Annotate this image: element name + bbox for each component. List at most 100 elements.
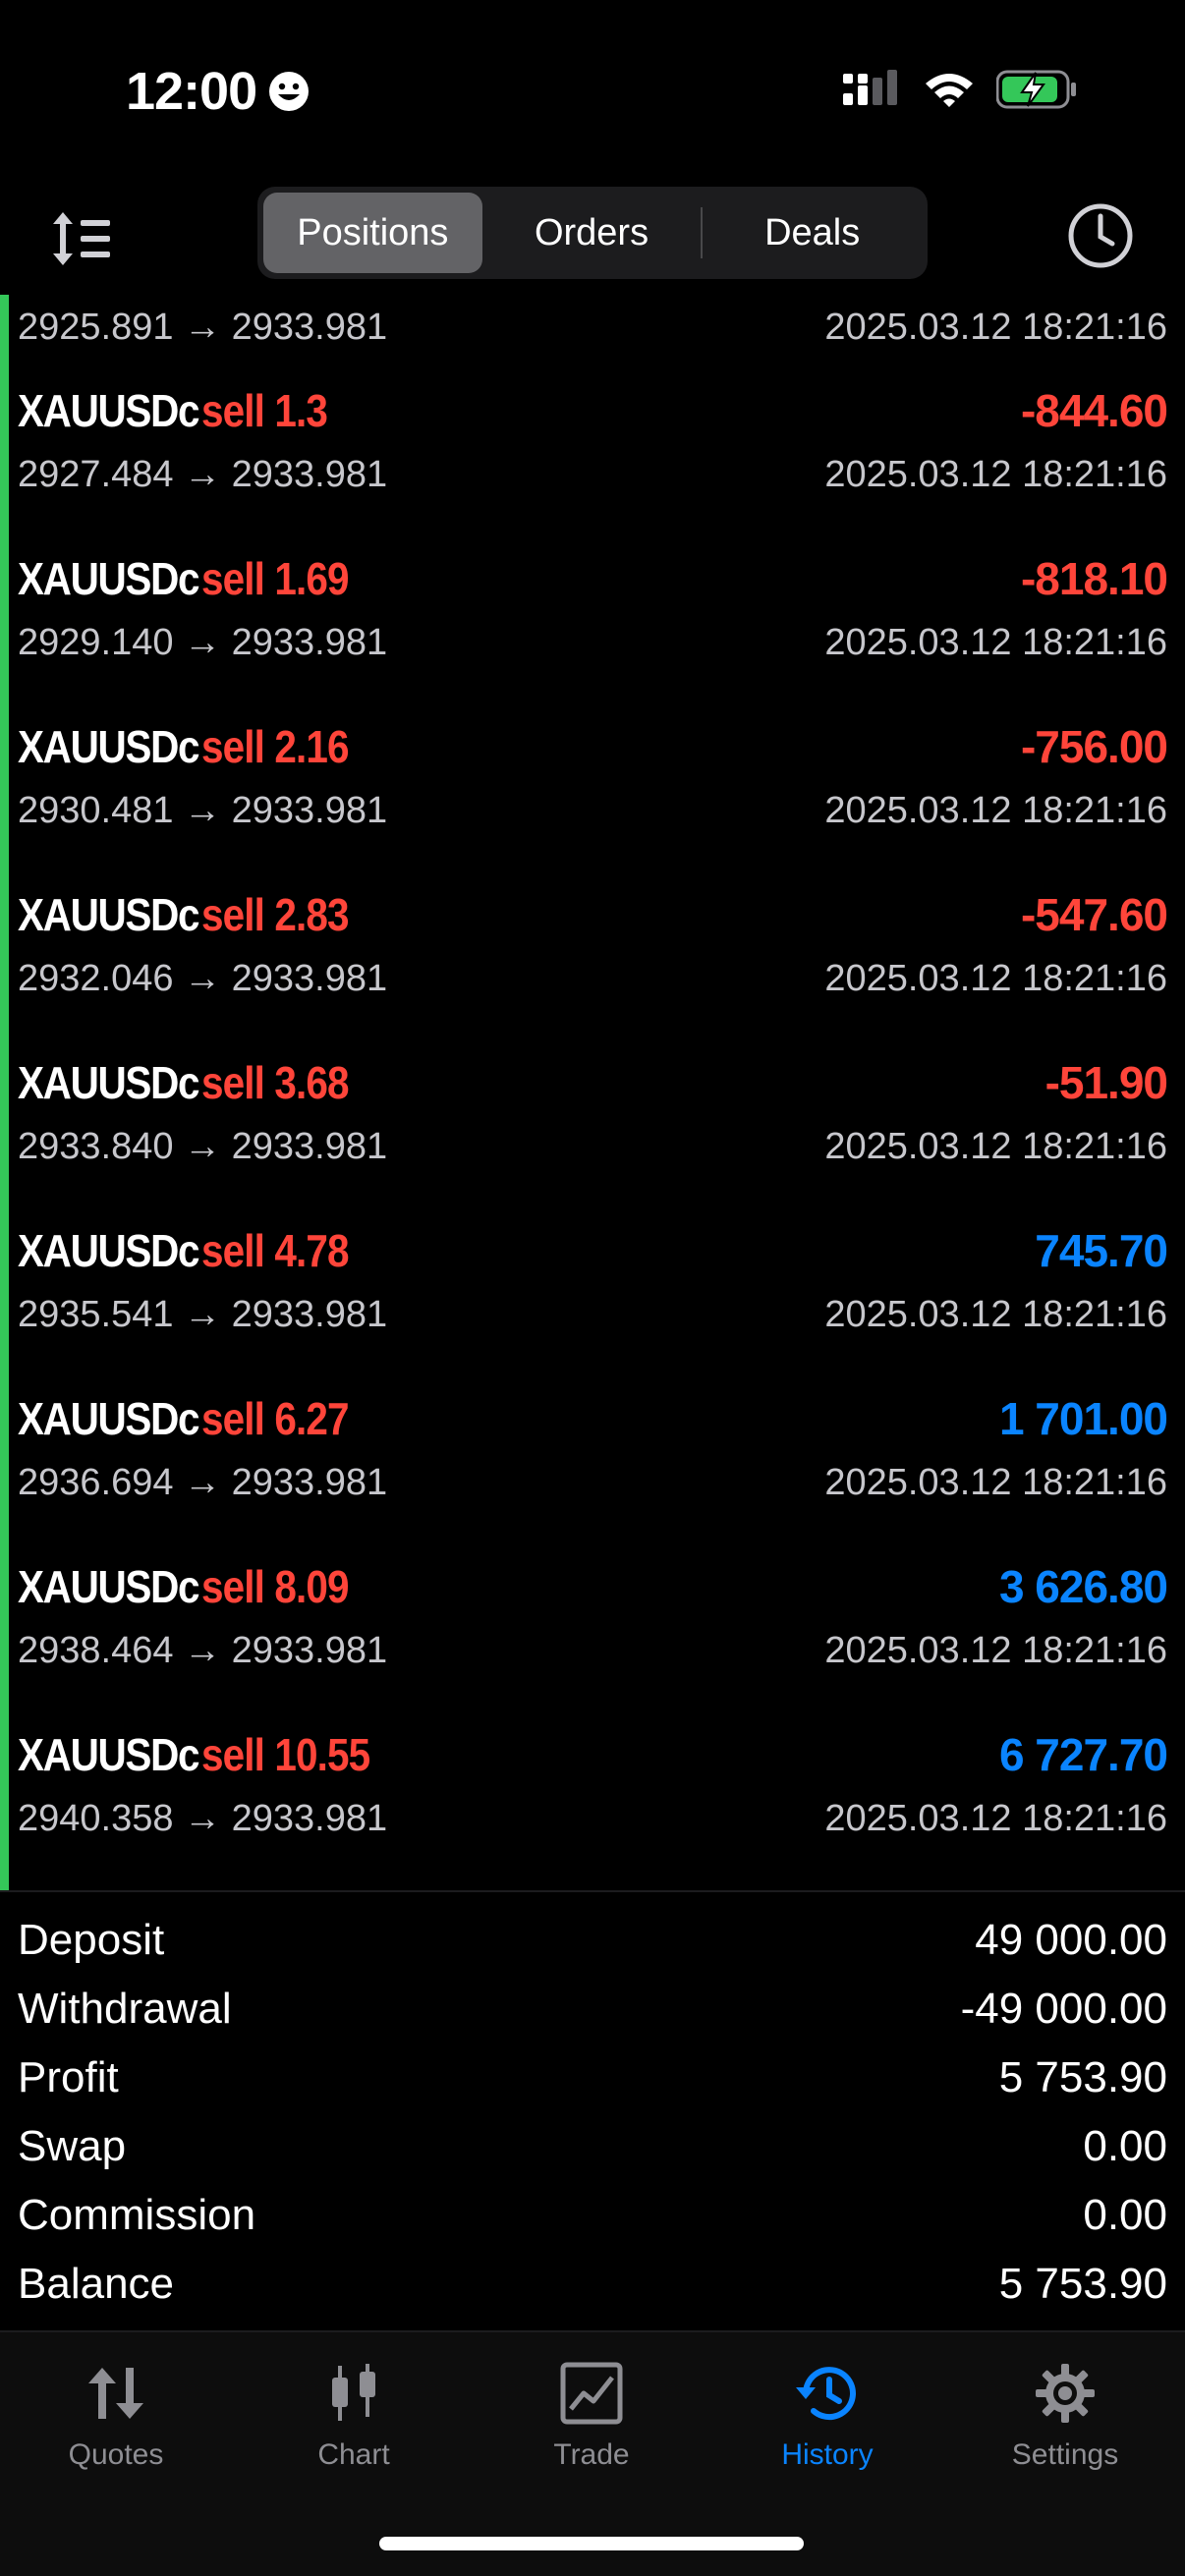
list-item[interactable]: XAUUSDc sell 2.83 -547.60 2932.046 → 2933.9… [18, 868, 1168, 1036]
position-datetime: 2025.03.12 18:21:16 [824, 1294, 1167, 1335]
summary-label: Withdrawal [18, 1985, 232, 2033]
tab-orders[interactable]: Orders [482, 193, 702, 273]
position-profit: -844.60 [1020, 385, 1168, 436]
trade-icon [560, 2362, 623, 2425]
tab-trade[interactable]: Trade [493, 2362, 690, 2472]
summary-value: 0.00 [1083, 2122, 1167, 2170]
position-header: XAUUSDc sell 10.55 6 727.70 [18, 1725, 1168, 1784]
position-prices: 2932.046 → 2933.981 [18, 958, 388, 999]
position-details: 2935.541 → 2933.981 2025.03.12 18:21:16 [18, 1294, 1167, 1343]
position-datetime: 2025.03.12 18:21:16 [824, 1630, 1167, 1671]
tab-positions-label: Positions [297, 211, 449, 253]
summary-row-commission: Commission 0.00 [18, 2181, 1167, 2250]
position-symbol: XAUUSDc [18, 1393, 200, 1444]
summary-label: Profit [18, 2053, 119, 2101]
tab-deals-label: Deals [764, 211, 861, 253]
summary-value: 49 000.00 [975, 1916, 1167, 1964]
summary-row-withdrawal: Withdrawal -49 000.00 [18, 1975, 1167, 2044]
position-header: XAUUSDc sell 1.69 -818.10 [18, 549, 1168, 608]
list-item[interactable]: XAUUSDc sell 2.16 -756.00 2930.481 → 2933.9… [18, 700, 1168, 868]
summary-value: 5 753.90 [998, 2260, 1167, 2308]
tab-orders-label: Orders [534, 211, 649, 253]
position-datetime: 2025.03.12 18:21:16 [824, 790, 1167, 831]
account-summary: Deposit 49 000.00 Withdrawal -49 000.00 Prof… [18, 1906, 1167, 2319]
position-profit: 3 626.80 [998, 1561, 1168, 1612]
smiley-icon [269, 72, 310, 111]
cellular-signal-icon [843, 70, 897, 105]
clock-icon[interactable] [1065, 200, 1136, 271]
summary-row-profit: Profit 5 753.90 [18, 2044, 1167, 2112]
tab-quotes-label: Quotes [68, 2438, 164, 2471]
list-item[interactable]: XAUUSDc sell 3.68 -51.90 2933.840 → 2933.98… [18, 1036, 1168, 1204]
position-datetime: 2025.03.12 18:21:16 [824, 958, 1167, 999]
position-prices: 2940.358 → 2933.981 [18, 1798, 388, 1839]
position-profit: 745.70 [1035, 1225, 1168, 1276]
status-icons [843, 69, 1077, 110]
position-side-volume: sell 3.68 [201, 1057, 350, 1108]
history-icon [796, 2367, 856, 2421]
tab-history-label: History [781, 2438, 874, 2471]
tab-deals[interactable]: Deals [703, 193, 922, 273]
sort-icon[interactable] [49, 204, 118, 273]
position-symbol: XAUUSDc [18, 1057, 200, 1108]
status-time: 12:00 [126, 61, 310, 122]
position-symbol: XAUUSDc [18, 721, 200, 772]
list-item[interactable]: XAUUSDc sell 6.27 1 701.00 2936.694 → 2933.… [18, 1372, 1168, 1540]
position-side-volume: sell 4.78 [201, 1225, 350, 1276]
positions-list[interactable]: 2925.891 → 2933.981 2025.03.12 18:21:16 … [0, 295, 1185, 1892]
position-prices: 2930.481 → 2933.981 [18, 790, 388, 831]
list-item[interactable]: XAUUSDc sell 8.09 3 626.80 2938.464 → 2933.… [18, 1540, 1168, 1708]
list-item[interactable]: XAUUSDc sell 1.69 -818.10 2929.140 → 2933.9… [18, 532, 1168, 700]
summary-value: -49 000.00 [960, 1985, 1167, 2033]
battery-charging-icon [996, 70, 1076, 109]
position-datetime: 2025.03.12 18:21:16 [824, 1798, 1167, 1839]
position-side-volume: sell 1.69 [201, 553, 350, 604]
position-details: 2927.484 → 2933.981 2025.03.12 18:21:16 [18, 454, 1167, 503]
position-side-volume: sell 10.55 [201, 1729, 370, 1780]
position-details: 2930.481 → 2933.981 2025.03.12 18:21:16 [18, 790, 1167, 839]
list-item[interactable]: XAUUSDc sell 10.55 6 727.70 2940.358 → 2933… [18, 1708, 1168, 1876]
position-side-volume: sell 2.83 [201, 889, 350, 940]
position-datetime: 2025.03.12 18:21:16 [824, 307, 1167, 348]
wifi-icon [926, 74, 973, 107]
summary-row-deposit: Deposit 49 000.00 [18, 1906, 1167, 1975]
position-header: XAUUSDc sell 3.68 -51.90 [18, 1053, 1168, 1112]
position-profit: -51.90 [1044, 1057, 1168, 1108]
home-indicator [379, 2537, 804, 2550]
position-profit: -756.00 [1020, 721, 1168, 772]
summary-row-balance: Balance 5 753.90 [18, 2250, 1167, 2319]
list-item[interactable]: XAUUSDc sell 1.3 -844.60 2927.484 → 2933.98… [18, 364, 1168, 532]
status-bar: 12:00 [0, 0, 1185, 187]
position-prices: 2936.694 → 2933.981 [18, 1462, 388, 1503]
position-profit: 1 701.00 [998, 1393, 1168, 1444]
position-symbol: XAUUSDc [18, 1729, 200, 1780]
chart-icon [332, 2364, 375, 2421]
tab-chart[interactable]: Chart [255, 2362, 452, 2472]
position-side-volume: sell 8.09 [201, 1561, 350, 1612]
position-header: XAUUSDc sell 4.78 745.70 [18, 1221, 1168, 1280]
position-prices: 2925.891 → 2933.981 [18, 307, 388, 348]
position-details: 2940.358 → 2933.981 2025.03.12 18:21:16 [18, 1798, 1167, 1847]
position-symbol: XAUUSDc [18, 889, 200, 940]
list-accent-bar [0, 295, 9, 1890]
position-header: XAUUSDc sell 6.27 1 701.00 [18, 1389, 1168, 1448]
list-item-partial[interactable]: 2925.891 → 2933.981 2025.03.12 18:21:16 [18, 295, 1167, 364]
position-datetime: 2025.03.12 18:21:16 [824, 1126, 1167, 1167]
tab-quotes[interactable]: Quotes [18, 2362, 214, 2472]
summary-label: Deposit [18, 1916, 165, 1964]
position-profit: -547.60 [1020, 889, 1168, 940]
position-symbol: XAUUSDc [18, 1561, 200, 1612]
list-item[interactable]: XAUUSDc sell 4.78 745.70 2935.541 → 2933.98… [18, 1204, 1168, 1372]
position-header: XAUUSDc sell 8.09 3 626.80 [18, 1557, 1168, 1616]
tab-settings[interactable]: Settings [967, 2362, 1163, 2472]
gear-icon [1036, 2364, 1095, 2423]
tab-positions[interactable]: Positions [263, 193, 482, 273]
summary-label: Swap [18, 2122, 127, 2170]
position-side-volume: sell 1.3 [201, 385, 328, 436]
tab-history[interactable]: History [729, 2362, 926, 2472]
position-profit: -818.10 [1020, 553, 1168, 604]
position-prices: 2935.541 → 2933.981 [18, 1294, 388, 1335]
history-segmented-control: Positions Orders Deals [257, 187, 928, 279]
position-symbol: XAUUSDc [18, 1225, 200, 1276]
position-side-volume: sell 2.16 [201, 721, 350, 772]
